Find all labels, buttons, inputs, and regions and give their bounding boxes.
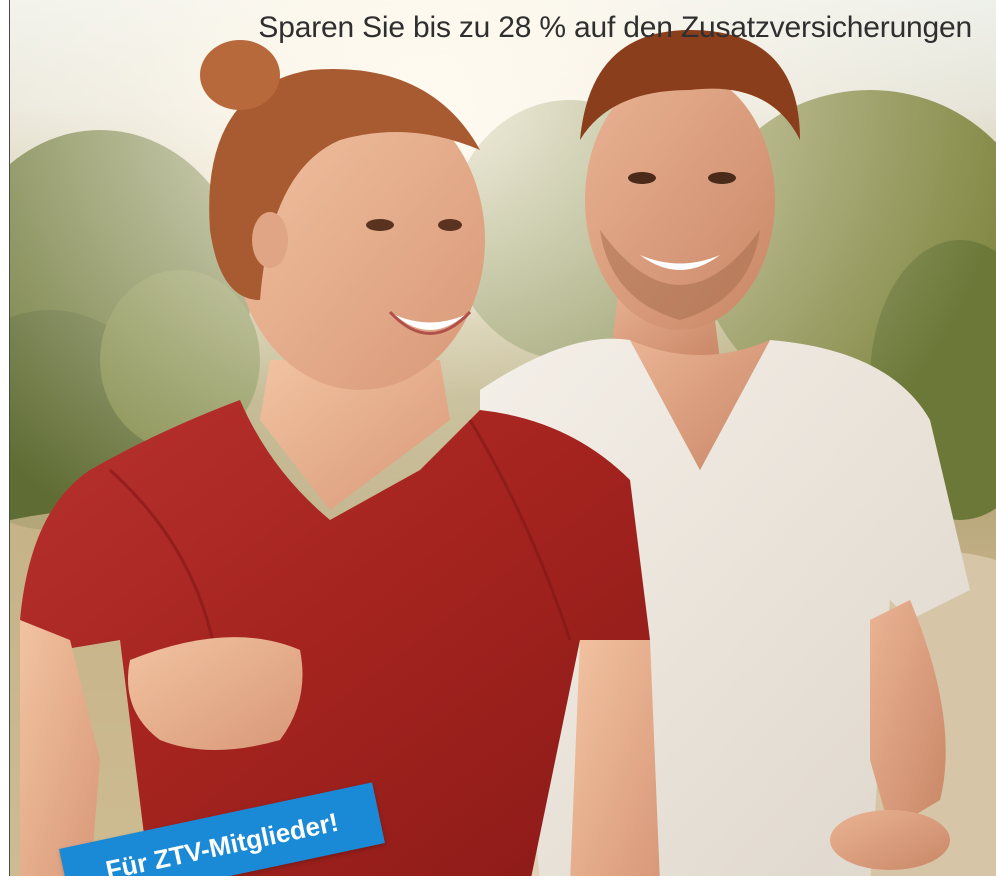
ad-page: Sparen Sie bis zu 28 % auf den Zusatzver… (0, 0, 996, 883)
left-frame-edge (0, 0, 10, 883)
bottom-border (0, 876, 996, 883)
hero-photo (10, 0, 996, 883)
headline-savings: Sparen Sie bis zu 28 % auf den Zusatzver… (258, 11, 972, 44)
photo-illustration (10, 0, 996, 883)
